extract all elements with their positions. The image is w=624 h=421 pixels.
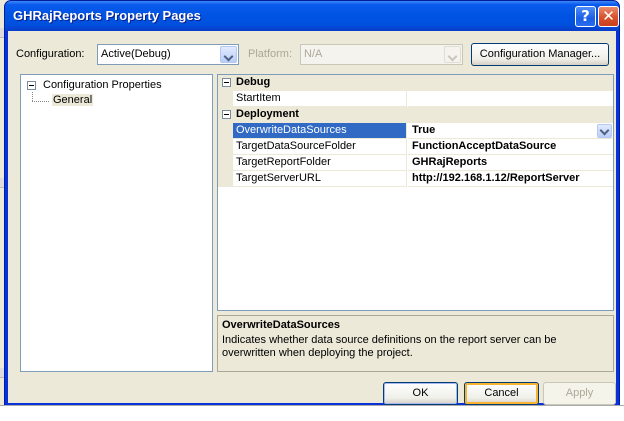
property-name[interactable]: TargetReportFolder [233, 155, 407, 171]
dialog-client-area: Configuration: Active(Debug) Platform: N… [8, 31, 616, 405]
description-title: OverwriteDataSources [222, 319, 340, 331]
property-name[interactable]: TargetDataSourceFolder [233, 139, 407, 155]
configuration-manager-button[interactable]: Configuration Manager... [471, 43, 609, 66]
description-text: Indicates whether data source definition… [222, 334, 557, 359]
description-panel: OverwriteDataSources Indicates whether d… [217, 315, 614, 372]
tree-item-general[interactable]: General [52, 94, 94, 106]
platform-label: Platform: [248, 48, 293, 60]
title-bar[interactable]: GHRajReports Property Pages ? ✕ [5, 1, 619, 31]
row-gutter [218, 139, 233, 155]
cancel-button[interactable]: Cancel [464, 382, 539, 405]
row-gutter [218, 91, 233, 107]
property-name[interactable]: StartItem [233, 91, 407, 107]
configuration-dropdown[interactable]: Active(Debug) [97, 44, 239, 65]
platform-value: N/A [304, 48, 323, 60]
background-window-strip [0, 405, 624, 421]
category-label: Deployment [236, 108, 299, 120]
property-value[interactable]: http://192.168.1.12/ReportServer [408, 171, 613, 187]
ok-button[interactable]: OK [383, 382, 458, 405]
property-value[interactable] [408, 91, 613, 107]
close-icon: ✕ [602, 7, 615, 25]
property-name[interactable]: OverwriteDataSources [233, 123, 407, 139]
property-row-targetserverurl[interactable]: TargetServerURL http://192.168.1.12/Repo… [218, 171, 613, 187]
tree-connector [32, 92, 33, 101]
row-gutter [218, 155, 233, 171]
property-pages-dialog: GHRajReports Property Pages ? ✕ Configur… [4, 0, 620, 406]
property-value: True [412, 124, 436, 136]
category-debug[interactable]: Debug [218, 75, 613, 91]
property-row-overwritedatasources[interactable]: OverwriteDataSources True [218, 123, 613, 139]
property-value[interactable]: GHRajReports [408, 155, 613, 171]
collapse-icon[interactable] [27, 81, 36, 90]
apply-button: Apply [543, 382, 616, 405]
tree-connector [32, 101, 49, 102]
collapse-icon[interactable] [222, 110, 231, 119]
platform-dropdown: N/A [300, 44, 463, 65]
property-tree[interactable]: Configuration Properties General [20, 74, 213, 372]
chevron-down-icon[interactable] [597, 124, 612, 138]
property-value[interactable]: FunctionAcceptDataSource [408, 139, 613, 155]
property-value-dropdown[interactable]: True [408, 123, 613, 139]
category-label: Debug [236, 76, 271, 88]
chevron-down-icon[interactable] [220, 46, 237, 63]
property-name[interactable]: TargetServerURL [233, 171, 407, 187]
configuration-label: Configuration: [16, 48, 85, 60]
configuration-value: Active(Debug) [101, 48, 171, 60]
close-button[interactable]: ✕ [598, 6, 619, 27]
tree-item-configuration-properties[interactable]: Configuration Properties [43, 79, 162, 91]
collapse-icon[interactable] [222, 78, 231, 87]
window-title: GHRajReports Property Pages [13, 8, 201, 23]
property-row-targetdatasourcefolder[interactable]: TargetDataSourceFolder FunctionAcceptDat… [218, 139, 613, 155]
category-deployment[interactable]: Deployment [218, 107, 613, 123]
property-row-targetreportfolder[interactable]: TargetReportFolder GHRajReports [218, 155, 613, 171]
row-gutter [218, 123, 233, 139]
row-gutter [218, 171, 233, 187]
help-button[interactable]: ? [575, 6, 596, 27]
chevron-down-icon [444, 46, 461, 63]
question-icon: ? [581, 7, 590, 25]
property-row-startitem[interactable]: StartItem [218, 91, 613, 107]
property-grid[interactable]: Debug StartItem Deployment OverwriteData… [217, 74, 614, 311]
